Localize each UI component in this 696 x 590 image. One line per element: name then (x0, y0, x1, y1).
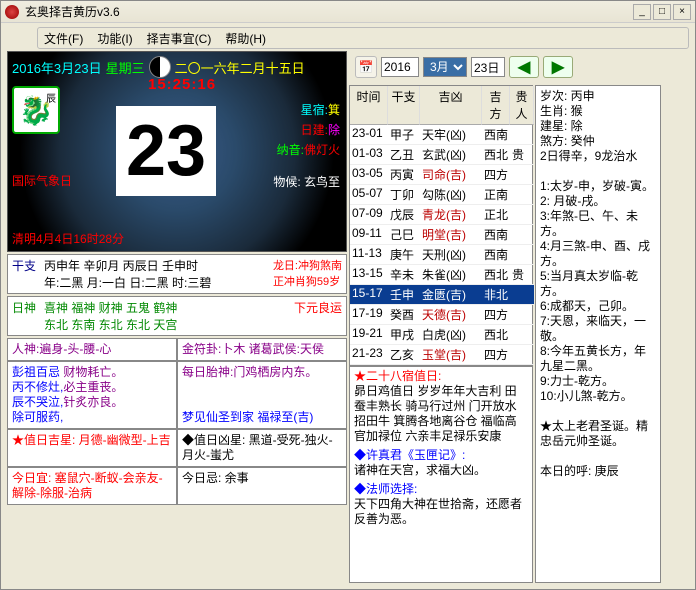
menu-bar: 文件(F) 功能(I) 择吉事宜(C) 帮助(H) (37, 27, 689, 49)
hour-row[interactable]: 07-09戊辰青龙(吉)正北 (350, 205, 532, 225)
menu-help[interactable]: 帮助(H) (225, 30, 266, 47)
menu-file[interactable]: 文件(F) (44, 30, 83, 47)
hour-row[interactable]: 05-07丁卯勾陈(凶)正南 (350, 185, 532, 205)
day-number: 23 (116, 106, 216, 196)
app-icon (5, 5, 19, 19)
year-input[interactable] (381, 57, 419, 77)
calendar-icon[interactable]: 📅 (355, 56, 377, 78)
clock: 15:25:16 (148, 76, 216, 93)
hour-row[interactable]: 03-05丙寅司命(吉)四方 (350, 165, 532, 185)
almanac-panel: ★二十八宿值日: 昴日鸡值日 岁岁年年大吉利 田蚕丰熟长 骑马行过州 门开放水招… (349, 366, 533, 583)
lunar-date: 二〇一六年二月十五日 (175, 58, 305, 77)
gregorian-date: 2016年3月23日 (12, 58, 102, 77)
max-button[interactable]: □ (653, 4, 671, 20)
window-title: 玄奥择吉黄历v3.6 (25, 3, 120, 20)
rishen-panel: 日神 喜神 福神 财神 五鬼 鹤神 东北 东南 东北 东北 天宫 下元良运 (7, 296, 347, 336)
month-select[interactable]: 3月 (423, 57, 467, 77)
info-grid: 人神:遍身-头-腰-心 金符卦:卜木 诸葛武侯:天侯 彭祖百忌 丙不修灶, 辰不… (7, 338, 347, 505)
solar-term: 清明4月4日16时28分 (12, 230, 124, 247)
next-arrow[interactable]: ▶ (543, 56, 573, 78)
close-button[interactable]: × (673, 4, 691, 20)
hour-row[interactable]: 17-19癸酉天德(吉)四方 (350, 305, 532, 325)
hour-row[interactable]: 23-01甲子天牢(凶)西南 (350, 125, 532, 145)
menu-func[interactable]: 功能(I) (97, 30, 132, 47)
hour-row[interactable]: 13-15辛未朱雀(凶)西北贵 (350, 265, 532, 285)
weekday: 星期三 (106, 58, 145, 77)
hour-row[interactable]: 21-23乙亥玉堂(吉)四方 (350, 345, 532, 365)
hour-row[interactable]: 15-17壬申金匮(吉)非北 (350, 285, 532, 305)
ganzhi-panel: 干支 丙申年 辛卯月 丙辰日 壬申时年:二黑 月:一白 日:二黑 时:三碧 龙日… (7, 254, 347, 294)
right-panel: 岁次: 丙申生肖: 猴建星: 除 煞方: 癸仲2日得辛，9龙治水 1:太岁-申，… (535, 85, 661, 583)
hour-table: 时间干支吉凶吉方贵人 23-01甲子天牢(凶)西南01-03乙丑玄武(凶)西北贵… (349, 85, 533, 366)
min-button[interactable]: _ (633, 4, 651, 20)
day-input[interactable] (471, 57, 505, 77)
hour-row[interactable]: 09-11己巳明堂(吉)西南 (350, 225, 532, 245)
prev-arrow[interactable]: ◀ (509, 56, 539, 78)
yinyang-icon (149, 56, 171, 78)
hour-row[interactable]: 19-21甲戌白虎(凶)西北 (350, 325, 532, 345)
date-toolbar: 📅 3月 ◀ ▶ (355, 53, 655, 81)
earth-panel: 2016年3月23日 星期三 二〇一六年二月十五日 15:25:16 🐉辰 23… (7, 51, 347, 252)
zodiac-dragon-icon: 🐉辰 (12, 86, 60, 134)
hour-row[interactable]: 11-13庚午天刑(凶)西南 (350, 245, 532, 265)
hour-row[interactable]: 01-03乙丑玄武(凶)西北贵 (350, 145, 532, 165)
side-labels: 星宿:箕 日建:除 纳音:佛灯火 物候: 玄鸟至 (273, 100, 340, 192)
menu-shi[interactable]: 择吉事宜(C) (147, 30, 212, 47)
intl-day: 国际气象日 (12, 172, 72, 189)
